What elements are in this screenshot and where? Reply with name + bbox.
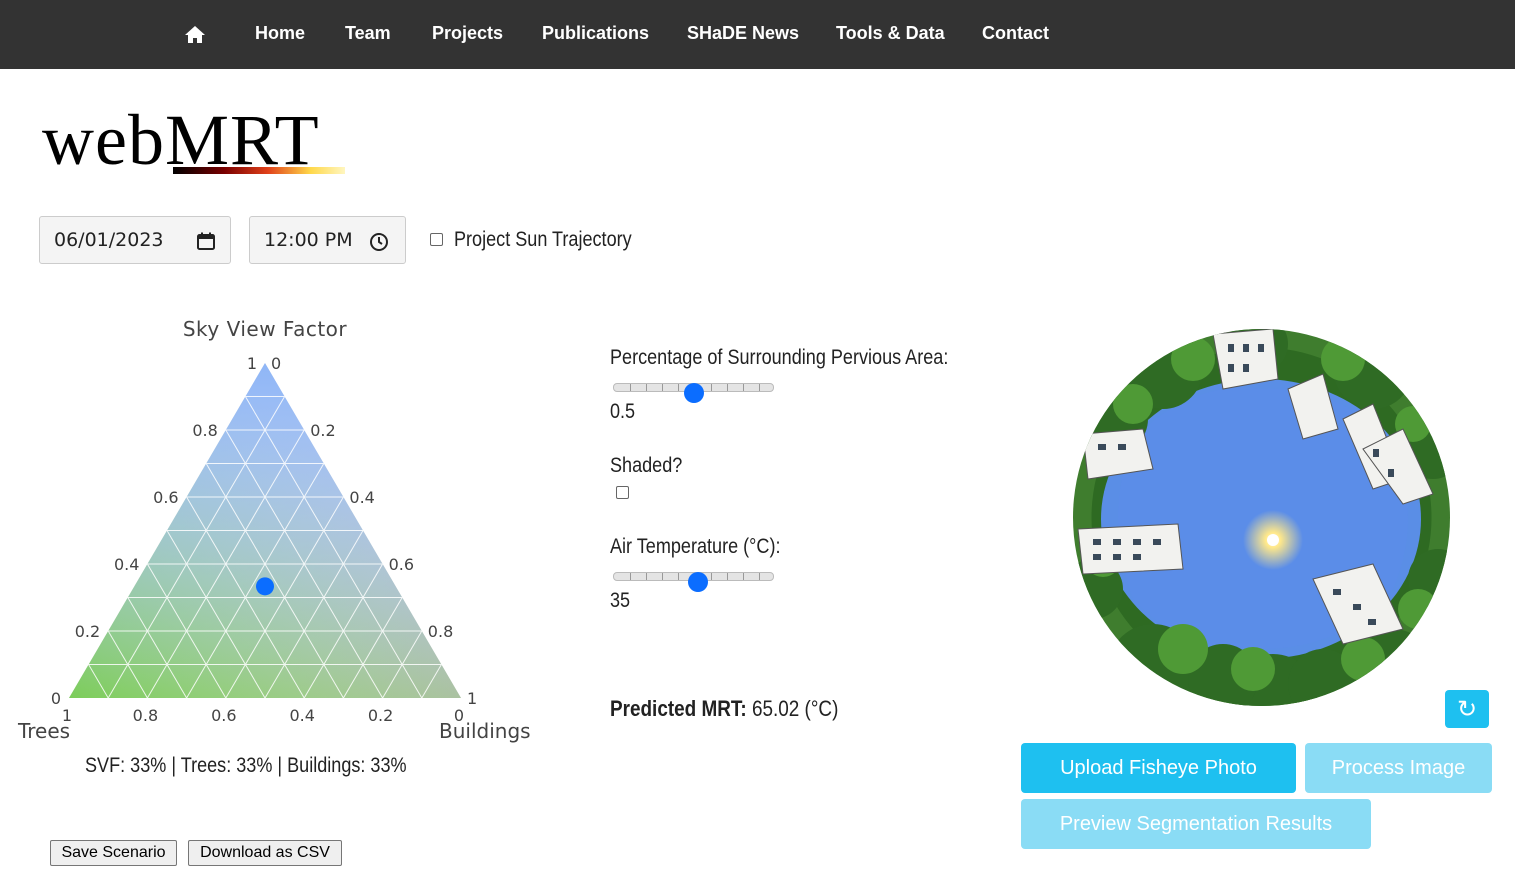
nav-team[interactable]: Team <box>345 22 391 44</box>
slider-tick <box>742 384 744 391</box>
svf-axis-title: Sky View Factor <box>183 317 348 341</box>
right-tick: 0.4 <box>349 488 374 507</box>
ternary-marker[interactable] <box>256 577 274 596</box>
webmrt-logo: webMRT <box>42 100 352 185</box>
predicted-mrt: Predicted MRT: 65.02 (°C) <box>610 696 838 722</box>
right-tick: 0 <box>271 354 281 373</box>
composition-summary: SVF: 33% | Trees: 33% | Buildings: 33% <box>85 754 407 777</box>
project-sun-label: Project Sun Trajectory <box>454 228 632 251</box>
date-value: 06/01/2023 <box>54 229 164 251</box>
nav-tools-data[interactable]: Tools & Data <box>836 22 945 44</box>
slider-tick <box>678 384 680 391</box>
right-tick: 0.8 <box>428 622 453 641</box>
slider-tick <box>726 384 728 391</box>
slider-tick <box>662 384 664 391</box>
left-tick: 0.4 <box>114 555 139 574</box>
bottom-tick: 0.8 <box>133 706 158 725</box>
upload-fisheye-button[interactable]: Upload Fisheye Photo <box>1021 743 1296 793</box>
slider-tick <box>726 573 728 580</box>
slider-tick <box>630 384 632 391</box>
date-input[interactable]: 06/01/2023 <box>39 216 231 264</box>
nav-shade-news[interactable]: SHaDE News <box>687 22 799 44</box>
slider-tick <box>742 573 744 580</box>
fisheye-photo <box>1073 329 1450 706</box>
pervious-slider-thumb[interactable] <box>683 383 704 403</box>
left-tick: 0 <box>51 689 61 708</box>
slider-tick <box>758 384 760 391</box>
ternary-plot: 0 0.2 0.4 0.6 0.8 1 0 0.2 0.4 0.6 0.8 1 … <box>17 317 531 743</box>
pervious-value: 0.5 <box>610 400 636 423</box>
right-tick: 0.6 <box>389 555 414 574</box>
save-scenario-button[interactable]: Save Scenario <box>50 840 177 866</box>
right-tick: 0.2 <box>310 421 335 440</box>
slider-tick <box>710 573 712 580</box>
buildings-axis-title: Buildings <box>439 719 531 743</box>
slider-tick <box>710 384 712 391</box>
refresh-button[interactable]: ↻ <box>1445 690 1489 728</box>
bottom-tick: 0.4 <box>289 706 314 725</box>
project-sun-checkbox[interactable] <box>430 233 443 246</box>
trees-axis-title: Trees <box>17 719 70 743</box>
slider-tick <box>630 573 632 580</box>
nav-contact[interactable]: Contact <box>982 22 1049 44</box>
time-input[interactable]: 12:00 PM <box>249 216 406 264</box>
clock-icon[interactable] <box>369 232 389 252</box>
bottom-tick: 0.6 <box>211 706 236 725</box>
predicted-mrt-value: 65.02 (°C) <box>751 696 839 721</box>
refresh-icon: ↻ <box>1456 695 1478 723</box>
slider-tick <box>646 384 648 391</box>
home-icon[interactable] <box>183 22 207 46</box>
preview-segmentation-button[interactable]: Preview Segmentation Results <box>1021 799 1371 849</box>
download-csv-button[interactable]: Download as CSV <box>188 840 342 866</box>
slider-tick <box>646 573 648 580</box>
time-value: 12:00 PM <box>264 229 353 251</box>
slider-tick <box>678 573 680 580</box>
air-temperature-slider-thumb[interactable] <box>687 572 708 592</box>
left-tick: 1 <box>247 354 257 373</box>
pervious-label: Percentage of Surrounding Pervious Area: <box>610 346 949 369</box>
predicted-mrt-label: Predicted MRT: <box>610 696 747 721</box>
right-tick: 1 <box>467 689 477 708</box>
slider-tick <box>758 573 760 580</box>
shaded-checkbox[interactable] <box>616 486 629 499</box>
left-tick: 0.8 <box>192 421 217 440</box>
shaded-label: Shaded? <box>610 454 683 477</box>
slider-tick <box>662 573 664 580</box>
left-tick: 0.6 <box>153 488 178 507</box>
calendar-icon[interactable] <box>196 231 216 251</box>
nav-publications[interactable]: Publications <box>542 22 649 44</box>
top-navbar: Home Team Projects Publications SHaDE Ne… <box>0 0 1515 69</box>
logo-gradient-bar <box>173 167 345 174</box>
left-tick: 0.2 <box>75 622 100 641</box>
bottom-tick: 0.2 <box>368 706 393 725</box>
nav-projects[interactable]: Projects <box>432 22 503 44</box>
nav-home[interactable]: Home <box>255 22 305 44</box>
air-temperature-value: 35 <box>610 589 631 612</box>
air-temperature-label: Air Temperature (°C): <box>610 535 781 558</box>
process-image-button[interactable]: Process Image <box>1305 743 1492 793</box>
